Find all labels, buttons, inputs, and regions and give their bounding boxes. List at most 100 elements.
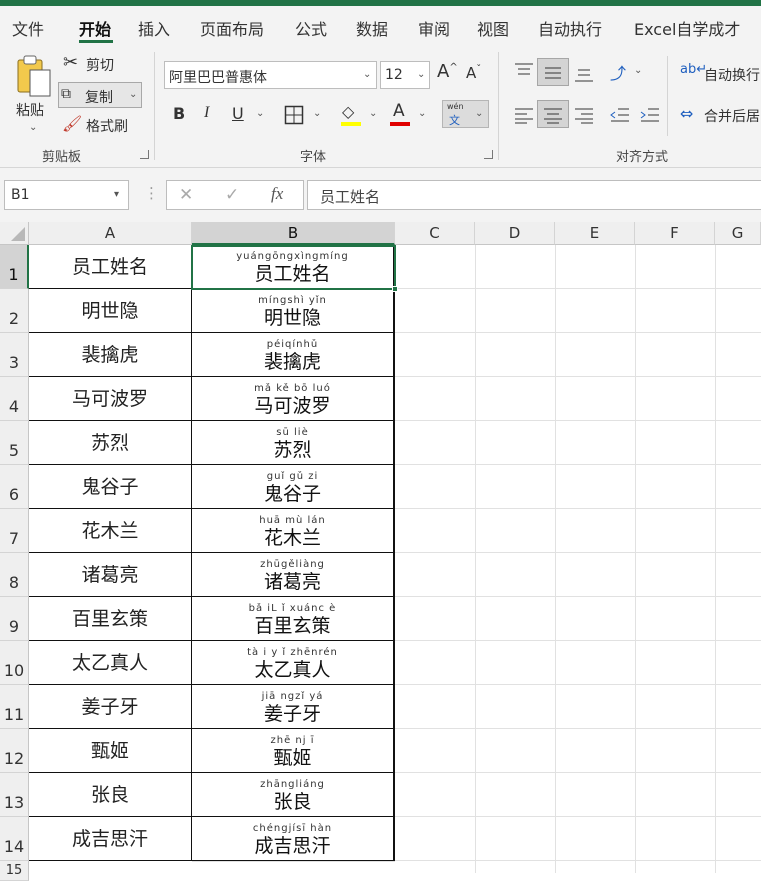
row-header[interactable]: 9 [0,597,29,641]
tab-automate[interactable]: 自动执行 [538,16,602,40]
row-header[interactable]: 11 [0,685,29,729]
column-header-c[interactable]: C [395,222,475,245]
tab-home[interactable]: 开始 [79,16,111,40]
row-header[interactable]: 12 [0,729,29,773]
font-name-select[interactable]: 阿里巴巴普惠体 ⌄ [164,61,377,89]
font-size-select[interactable]: 12 ⌄ [380,61,430,89]
row-header[interactable]: 7 [0,509,29,553]
cancel-icon[interactable]: ✕ [179,185,193,205]
cell-a14[interactable]: 成吉思汗 [29,817,192,861]
format-painter-button[interactable]: 格式刷 [86,116,128,136]
align-left-icon[interactable] [514,106,534,124]
cell-a4[interactable]: 马可波罗 [29,377,192,421]
clipboard-dialog-launcher[interactable] [140,150,149,159]
row-header[interactable]: 2 [0,289,29,333]
cell-b7[interactable]: huā mù lán 花木兰 [192,509,395,553]
cell-a12[interactable]: 甄姬 [29,729,192,773]
bold-button[interactable]: B [173,104,185,123]
cell-a11[interactable]: 姜子牙 [29,685,192,729]
row-header[interactable]: 15 [0,861,29,881]
row-header[interactable]: 1 [0,245,29,289]
name-box[interactable]: B1 ▾ [4,180,129,210]
cut-button[interactable]: 剪切 [86,55,114,75]
cell-a3[interactable]: 裴擒虎 [29,333,192,377]
tab-review[interactable]: 审阅 [418,16,450,40]
formula-input[interactable]: 员工姓名 [307,180,761,210]
borders-dropdown-icon[interactable]: ⌄ [313,108,321,119]
cell-a6[interactable]: 鬼谷子 [29,465,192,509]
align-top-icon[interactable] [514,62,534,80]
column-header-a[interactable]: A [29,222,192,245]
column-header-e[interactable]: E [555,222,635,245]
tab-file[interactable]: 文件 [12,16,44,40]
tab-insert[interactable]: 插入 [138,16,170,40]
phonetic-guide-button[interactable]: wén 文 ⌄ [442,100,489,128]
tab-formulas[interactable]: 公式 [295,16,327,40]
orientation-dropdown-icon[interactable]: ⌄ [634,65,642,76]
cell-b2[interactable]: míngshì yǐn 明世隐 [192,289,395,333]
cell-b6[interactable]: guǐ gǔ zi 鬼谷子 [192,465,395,509]
italic-button[interactable]: I [204,104,209,122]
fill-handle[interactable] [392,286,398,292]
row-header[interactable]: 6 [0,465,29,509]
row-header[interactable]: 3 [0,333,29,377]
decrease-indent-icon[interactable] [610,106,630,124]
font-dialog-launcher[interactable] [484,150,493,159]
cell-a5[interactable]: 苏烈 [29,421,192,465]
select-all-corner[interactable] [0,222,29,245]
tab-data[interactable]: 数据 [356,16,388,40]
insert-function-icon[interactable]: fx [271,184,283,204]
copy-dropdown-icon[interactable]: ⌄ [129,89,137,100]
orientation-icon[interactable]: ⤴ [610,60,626,84]
cell-b9[interactable]: bǎ iL ǐ xuánc è 百里玄策 [192,597,395,641]
underline-dropdown-icon[interactable]: ⌄ [256,108,264,119]
cell-b5[interactable]: sū liè 苏烈 [192,421,395,465]
cell-b3[interactable]: péiqínhǔ 裴擒虎 [192,333,395,377]
align-center-button[interactable] [537,100,569,128]
grow-font-button[interactable]: A^ [437,61,458,82]
cell-b14[interactable]: chéngjísī hàn 成吉思汗 [192,817,395,861]
row-header[interactable]: 10 [0,641,29,685]
fill-color-icon[interactable]: ◇ [342,102,354,121]
shrink-font-button[interactable]: Aˇ [466,64,481,82]
column-header-d[interactable]: D [475,222,555,245]
cell-a9[interactable]: 百里玄策 [29,597,192,641]
row-header[interactable]: 13 [0,773,29,817]
row-header[interactable]: 8 [0,553,29,597]
worksheet-grid[interactable]: ABCDEFG 1 员工姓名 yuángōngxìngmíng 员工姓名 2 明世隐 mín… [0,222,761,881]
column-header-f[interactable]: F [635,222,715,245]
cell-b12[interactable]: zhē nj ī 甄姬 [192,729,395,773]
row-header[interactable]: 14 [0,817,29,861]
cell-a8[interactable]: 诸葛亮 [29,553,192,597]
more-handle-icon[interactable]: ⋮ [144,184,159,202]
cell-b1[interactable]: yuángōngxìngmíng 员工姓名 [192,245,395,289]
cell-a1[interactable]: 员工姓名 [29,245,192,289]
copy-button[interactable]: ⧉ 复制 ⌄ [58,82,142,108]
row-header[interactable]: 4 [0,377,29,421]
row-header[interactable]: 5 [0,421,29,465]
cell-b11[interactable]: jiā ngzǐ yá 姜子牙 [192,685,395,729]
merge-center-button[interactable]: 合并后居 [704,106,760,126]
cell-b10[interactable]: tà i y ǐ zhēnrén 太乙真人 [192,641,395,685]
paste-button[interactable]: 粘贴 ⌄ [12,52,54,138]
borders-icon[interactable] [284,105,304,125]
cell-b8[interactable]: zhūgěliàng 诸葛亮 [192,553,395,597]
underline-button[interactable]: U [232,104,244,123]
cell-a13[interactable]: 张良 [29,773,192,817]
align-bottom-icon[interactable] [574,66,594,84]
cell-a10[interactable]: 太乙真人 [29,641,192,685]
font-color-icon[interactable]: A [393,101,405,121]
wrap-text-button[interactable]: 自动换行 [704,65,760,85]
tab-page-layout[interactable]: 页面布局 [200,16,264,40]
cell-b4[interactable]: mǎ kě bō luó 马可波罗 [192,377,395,421]
cell-a2[interactable]: 明世隐 [29,289,192,333]
fill-color-dropdown-icon[interactable]: ⌄ [369,108,377,119]
tab-excel-learn[interactable]: Excel自学成才 [634,16,740,40]
paste-dropdown-icon[interactable]: ⌄ [29,122,37,133]
enter-icon[interactable]: ✓ [225,185,239,205]
column-header-g[interactable]: G [715,222,761,245]
cell-a7[interactable]: 花木兰 [29,509,192,553]
increase-indent-icon[interactable] [640,106,660,124]
column-header-b[interactable]: B [192,222,395,245]
tab-view[interactable]: 视图 [477,16,509,40]
